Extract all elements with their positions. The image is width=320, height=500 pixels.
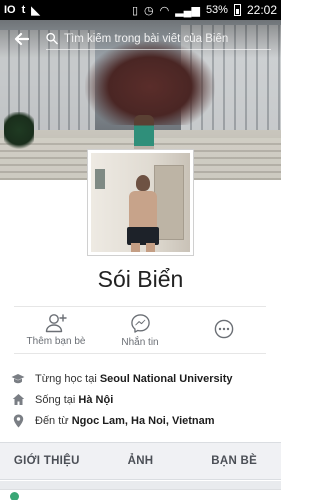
avatar-wall-frame — [95, 169, 105, 189]
more-icon — [214, 319, 234, 338]
from-value: Ngoc Lam, Ha Noi, Vietnam — [71, 414, 215, 427]
avatar-person-body — [129, 191, 157, 229]
lives-text: Sống tại Hà Nội — [35, 394, 113, 406]
notification-icons: IO t ◣ — [4, 4, 40, 17]
search-bar[interactable] — [46, 28, 271, 50]
lives-prefix: Sống tại — [35, 393, 79, 406]
education-value: Seoul National University — [99, 372, 233, 385]
alarm-icon: ◷ — [144, 4, 154, 17]
search-icon — [46, 32, 58, 45]
info-row-from[interactable]: Đến từ Ngoc Lam, Ha Noi, Vietnam — [10, 410, 270, 431]
message-button[interactable]: Nhắn tin — [98, 307, 182, 353]
profile-avatar[interactable] — [88, 150, 193, 255]
from-text: Đến từ Ngoc Lam, Ha Noi, Vietnam — [35, 415, 215, 427]
more-options-button[interactable] — [182, 307, 266, 353]
lives-value: Hà Nội — [78, 393, 114, 406]
graduation-cap-icon — [10, 373, 26, 385]
battery-icon — [233, 4, 241, 16]
tab-photos[interactable]: ẢNH — [94, 455, 188, 467]
education-text: Từng học tại Seoul National University — [35, 373, 233, 385]
home-icon — [10, 393, 26, 406]
system-icons: ▯ ◷ ◠ ▂▄▆ 53% 22:02 — [132, 3, 277, 17]
avatar-person-leg-left — [131, 243, 140, 252]
profile-tabs: GIỚI THIỆU ẢNH BẠN BÈ — [0, 442, 281, 480]
signal-icon: ▂▄▆ — [175, 4, 200, 17]
next-feed-card — [0, 489, 281, 500]
status-bar: IO t ◣ ▯ ◷ ◠ ▂▄▆ 53% 22:02 — [0, 0, 281, 20]
tab-about[interactable]: GIỚI THIỆU — [0, 455, 94, 467]
avatar-person-leg-right — [146, 243, 155, 252]
wifi-icon: ◠ — [159, 4, 170, 17]
battery-percent: 53% — [205, 4, 228, 16]
search-input[interactable] — [63, 32, 271, 45]
cover-tree — [4, 112, 34, 152]
add-friend-button[interactable]: Thêm bạn bè — [14, 307, 98, 353]
info-row-education[interactable]: Từng học tại Seoul National University — [10, 368, 270, 389]
avatar-person-head — [136, 175, 150, 191]
location-pin-icon — [10, 414, 26, 428]
clock: 22:02 — [246, 3, 277, 17]
profile-actions: Thêm bạn bè Nhắn tin — [14, 306, 266, 354]
top-bar — [0, 20, 281, 58]
vibrate-icon: ▯ — [131, 4, 138, 17]
profile-name: Sói Biển — [97, 266, 184, 292]
app-notification-icon-2: ◣ — [31, 4, 40, 17]
next-card-status-dot — [10, 492, 19, 500]
add-friend-icon — [45, 314, 67, 333]
add-friend-label: Thêm bạn bè — [26, 336, 86, 347]
profile-screen: IO t ◣ ▯ ◷ ◠ ▂▄▆ 53% 22:02 Tìm kiếm tron… — [0, 0, 281, 500]
back-arrow-icon — [14, 32, 29, 46]
tumblr-notification-icon: t — [21, 4, 26, 16]
back-button[interactable] — [10, 28, 32, 50]
education-prefix: Từng học tại — [35, 372, 100, 385]
app-notification-icon-1: IO — [4, 4, 16, 16]
from-prefix: Đến từ — [35, 414, 72, 427]
message-label: Nhắn tin — [121, 336, 159, 348]
info-row-lives[interactable]: Sống tại Hà Nội — [10, 389, 270, 410]
messenger-icon — [130, 313, 150, 333]
profile-info-list: Từng học tại Seoul National University S… — [10, 368, 270, 431]
tab-friends[interactable]: BẠN BÈ — [187, 455, 281, 467]
